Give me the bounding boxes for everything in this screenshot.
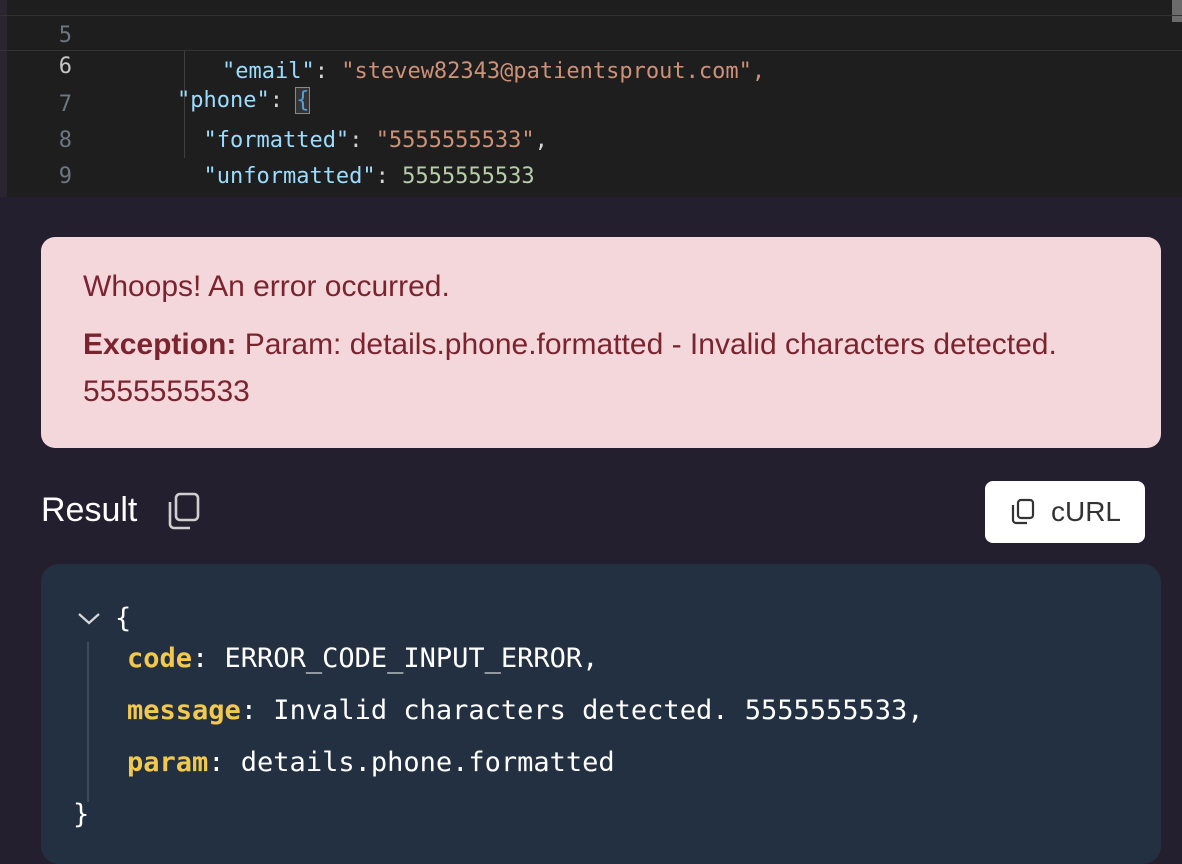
copy-icon: [1009, 497, 1037, 527]
json-field-param: param: details.phone.formatted: [127, 746, 615, 780]
json-open-brace: {: [115, 603, 132, 634]
error-message: Exception: Param: details.phone.formatte…: [83, 321, 1119, 415]
line-number: 10: [0, 195, 72, 197]
curl-button[interactable]: cURL: [985, 481, 1145, 543]
chevron-down-icon[interactable]: [75, 606, 103, 630]
exception-label: Exception:: [83, 328, 237, 361]
error-alert: Whoops! An error occurred. Exception: Pa…: [41, 237, 1161, 448]
json-field-code: code: ERROR_CODE_INPUT_ERROR,: [127, 642, 598, 676]
json-key: code: [127, 643, 193, 674]
json-value: : ERROR_CODE_INPUT_ERROR,: [192, 643, 599, 674]
copy-icon[interactable]: [162, 490, 206, 534]
code-line-active[interactable]: 6 "phone": {: [0, 15, 1182, 114]
code-editor[interactable]: 5 "email": "stevew82343@patientsprout.co…: [0, 0, 1182, 197]
code-line[interactable]: 9 }: [0, 123, 1182, 189]
json-key: message: [127, 695, 241, 726]
result-json-viewer: { code: ERROR_CODE_INPUT_ERROR, message:…: [41, 564, 1161, 864]
json-value: : details.phone.formatted: [208, 747, 615, 778]
error-title: Whoops! An error occurred.: [83, 270, 450, 303]
code-line[interactable]: 7 "formatted": "5555555533",: [0, 51, 1182, 153]
code-line[interactable]: 10 },: [0, 159, 1182, 195]
result-heading: Result: [41, 491, 138, 529]
code-line[interactable]: 8 "unformatted": 5555555533: [0, 87, 1182, 189]
json-field-message: message: Invalid characters detected. 55…: [127, 694, 924, 728]
json-close-brace: }: [73, 799, 90, 830]
json-key: param: [127, 747, 209, 778]
indent-guide: [87, 642, 89, 802]
json-value: : Invalid characters detected. 555555553…: [240, 695, 924, 726]
curl-button-label: cURL: [1050, 496, 1121, 527]
